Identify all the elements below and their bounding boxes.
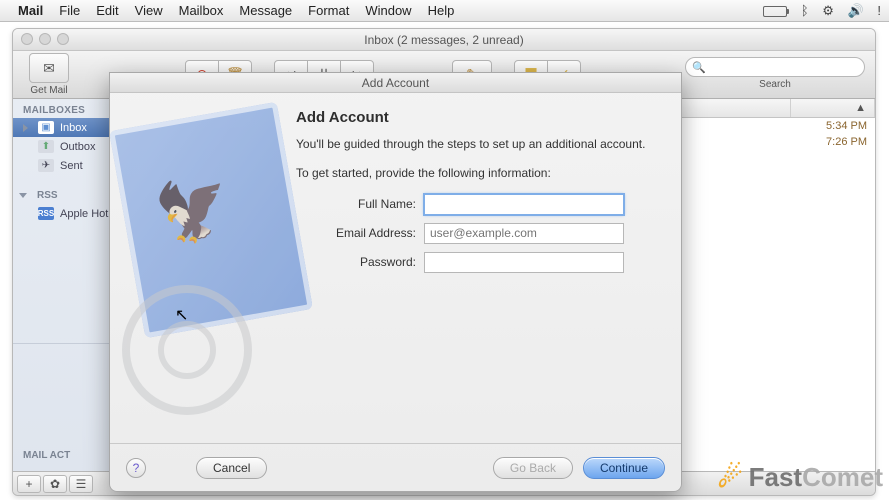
search-container: 🔍 Search (685, 57, 865, 90)
add-button[interactable]: + (17, 475, 41, 493)
sidebar-item-label: Sent (60, 160, 83, 172)
password-label: Password: (296, 255, 416, 269)
window-titlebar[interactable]: Inbox (2 messages, 2 unread) (13, 29, 875, 51)
sidebar-rss-label: RSS (37, 190, 58, 201)
rss-icon: RSS (38, 207, 54, 220)
wifi-icon[interactable]: ⚙ (822, 3, 834, 18)
email-field[interactable] (424, 223, 624, 244)
menu-mailbox[interactable]: Mailbox (179, 3, 224, 18)
menu-message[interactable]: Message (239, 3, 292, 18)
add-account-sheet: Add Account 🦅 Add Account You'll be guid… (109, 72, 682, 492)
search-label: Search (685, 79, 865, 90)
menu-format[interactable]: Format (308, 3, 349, 18)
watermark-text-a: Fast (749, 462, 802, 492)
watermark-text-b: Comet (802, 462, 883, 492)
message-time: 5:34 PM (783, 120, 867, 132)
inbox-icon: ▣ (38, 121, 54, 134)
sheet-heading: Add Account (296, 109, 659, 126)
envelope-icon: ✉︎ (43, 60, 55, 77)
sent-icon: ✈ (38, 159, 54, 172)
system-menubar: Mail File Edit View Mailbox Message Form… (0, 0, 889, 22)
battery-icon[interactable] (763, 6, 787, 17)
action-button[interactable]: ✿ (43, 475, 67, 493)
menu-file[interactable]: File (59, 3, 80, 18)
sheet-title: Add Account (110, 73, 681, 93)
window-title: Inbox (2 messages, 2 unread) (364, 33, 523, 47)
full-name-field[interactable] (424, 194, 624, 215)
menubar-status-icons: ᛒ ⚙ 🔊 ! (753, 3, 881, 19)
volume-icon[interactable]: 🔊 (848, 3, 864, 18)
disclosure-icon[interactable] (23, 124, 28, 132)
message-time: 7:26 PM (783, 136, 867, 148)
get-mail-label: Get Mail (30, 85, 67, 96)
bluetooth-icon[interactable]: ᛒ (801, 3, 809, 18)
comet-icon: ☄ (718, 461, 743, 494)
eagle-icon: 🦅 (150, 169, 236, 252)
search-icon: 🔍 (692, 61, 706, 74)
plus-icon: + (25, 477, 32, 491)
column-sort-indicator[interactable]: ▲ (791, 99, 875, 117)
continue-button[interactable]: Continue (583, 457, 665, 479)
password-field[interactable] (424, 252, 624, 273)
menu-edit[interactable]: Edit (96, 3, 118, 18)
sidebar-item-label: Outbox (60, 141, 95, 153)
window-traffic-lights[interactable] (21, 33, 69, 45)
sheet-footer: ? Cancel Go Back Continue (110, 443, 681, 491)
go-back-button[interactable]: Go Back (493, 457, 573, 479)
help-icon: ? (133, 461, 140, 475)
get-mail-button[interactable]: ✉︎ (29, 53, 69, 83)
sidebar-item-label: Inbox (60, 122, 87, 134)
search-input[interactable] (685, 57, 865, 77)
sheet-intro-text: You'll be guided through the steps to se… (296, 136, 659, 153)
minimize-window-button[interactable] (39, 33, 51, 45)
decorative-stamp-art: 🦅 (126, 105, 266, 443)
menu-help[interactable]: Help (428, 3, 455, 18)
activity-icon: ☰ (76, 477, 87, 491)
menu-view[interactable]: View (135, 3, 163, 18)
postmark-graphic (122, 285, 252, 415)
help-button[interactable]: ? (126, 458, 146, 478)
add-account-form: Add Account You'll be guided through the… (276, 105, 665, 443)
cancel-button[interactable]: Cancel (196, 457, 267, 479)
full-name-label: Full Name: (296, 197, 416, 211)
disclosure-icon[interactable] (19, 193, 27, 198)
sheet-prompt-text: To get started, provide the following in… (296, 165, 659, 182)
zoom-window-button[interactable] (57, 33, 69, 45)
email-label: Email Address: (296, 226, 416, 240)
show-activity-button[interactable]: ☰ (69, 475, 93, 493)
close-window-button[interactable] (21, 33, 33, 45)
clock-partial[interactable]: ! (877, 3, 881, 18)
watermark: ☄ FastComet (718, 461, 883, 494)
menu-app[interactable]: Mail (18, 3, 43, 18)
gear-icon: ✿ (50, 477, 60, 491)
menu-window[interactable]: Window (365, 3, 411, 18)
outbox-icon: ⬆ (38, 140, 54, 153)
